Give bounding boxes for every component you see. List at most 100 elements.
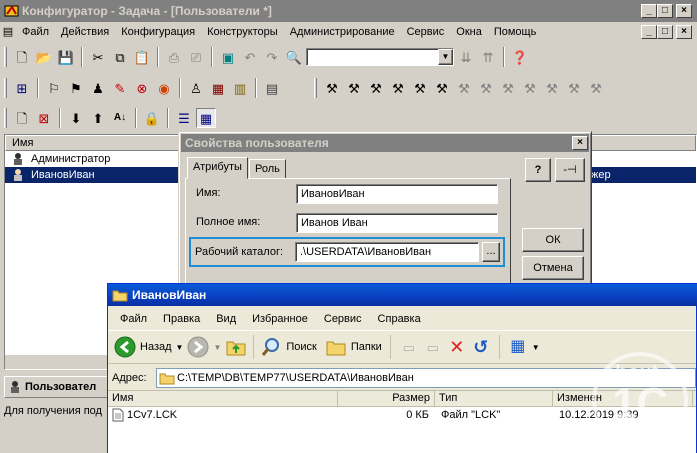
back-button[interactable]: Назад ▼: [114, 336, 183, 358]
maximize-button[interactable]: □: [657, 4, 673, 18]
print-icon[interactable]: ⎙: [164, 47, 184, 67]
form-icon[interactable]: ▤: [262, 78, 282, 98]
child-close-button[interactable]: ×: [676, 25, 692, 39]
chevron-down-icon[interactable]: ▼: [176, 343, 184, 352]
delete-user-icon[interactable]: ⊠: [34, 108, 54, 128]
browse-button[interactable]: ...: [482, 242, 500, 262]
workdir-field[interactable]: .\USERDATA\ИвановИван: [295, 242, 479, 262]
menu-configuration[interactable]: Конфигурация: [115, 26, 201, 38]
constructor-3-icon[interactable]: ⚒: [366, 78, 386, 98]
explorer-menu-edit[interactable]: Правка: [155, 313, 208, 325]
properties-icon[interactable]: ▣: [218, 47, 238, 67]
pin-button[interactable]: -⊣: [555, 158, 585, 182]
constructor-5-icon[interactable]: ⚒: [410, 78, 430, 98]
document-icon[interactable]: ▤: [0, 22, 16, 42]
list-view-icon[interactable]: ☰: [174, 108, 194, 128]
column-header-size[interactable]: Размер: [338, 391, 435, 406]
paste-icon[interactable]: 📋: [132, 47, 152, 67]
find-icon[interactable]: 🔍: [284, 47, 304, 67]
metadata-tree-icon[interactable]: ⊞: [12, 78, 32, 98]
up-folder-icon[interactable]: [225, 336, 247, 358]
lock-icon[interactable]: 🔒: [142, 108, 162, 128]
explorer-menu-favorites[interactable]: Избранное: [244, 313, 316, 325]
explorer-menu-tools[interactable]: Сервис: [316, 313, 370, 325]
menu-service[interactable]: Сервис: [401, 26, 451, 38]
table-view-icon[interactable]: ▦: [196, 108, 216, 128]
constructor-7-icon[interactable]: ⚒: [454, 78, 474, 98]
tab-role[interactable]: Роль: [249, 159, 286, 179]
chevron-down-icon[interactable]: ▼: [438, 49, 453, 65]
forward-arrow-icon[interactable]: [187, 336, 209, 358]
menu-windows[interactable]: Окна: [450, 26, 488, 38]
move-up-icon[interactable]: ⬆: [88, 108, 108, 128]
child-restore-button[interactable]: □: [657, 25, 673, 39]
menu-help[interactable]: Помощь: [488, 26, 543, 38]
open-folder-icon[interactable]: 📂: [34, 47, 54, 67]
report-icon[interactable]: ▦: [208, 78, 228, 98]
users-window-tab[interactable]: Пользовател: [4, 376, 108, 398]
interfaces-icon[interactable]: ⚐: [44, 78, 64, 98]
full-name-field[interactable]: Иванов Иван: [296, 213, 498, 233]
views-icon[interactable]: ▦: [508, 337, 528, 357]
explorer-menu-view[interactable]: Вид: [208, 313, 244, 325]
redo-icon[interactable]: ↷: [262, 47, 282, 67]
constructor-11-icon[interactable]: ⚒: [542, 78, 562, 98]
toolbar-separator: [211, 47, 213, 67]
cancel-button[interactable]: Отмена: [522, 256, 584, 280]
journal-icon[interactable]: ▥: [230, 78, 250, 98]
help-question-icon[interactable]: ❓: [510, 47, 530, 67]
delete-icon[interactable]: ✕: [447, 337, 467, 357]
constructor-10-icon[interactable]: ⚒: [520, 78, 540, 98]
constructor-9-icon[interactable]: ⚒: [498, 78, 518, 98]
new-icon[interactable]: 🗋: [12, 47, 32, 67]
print-preview-icon[interactable]: ⎚: [186, 47, 206, 67]
move-down-icon[interactable]: ⬇: [66, 108, 86, 128]
constructor-6-icon[interactable]: ⚒: [432, 78, 452, 98]
menu-file[interactable]: Файл: [16, 26, 55, 38]
child-minimize-button[interactable]: _: [641, 25, 657, 39]
explorer-menu-help[interactable]: Справка: [370, 313, 429, 325]
constructor-8-icon[interactable]: ⚒: [476, 78, 496, 98]
rights-icon[interactable]: ⚑: [66, 78, 86, 98]
shield-icon[interactable]: ⊗: [132, 78, 152, 98]
save-icon[interactable]: 💾: [56, 47, 76, 67]
column-header-type[interactable]: Тип: [435, 391, 553, 406]
chevron-down-icon[interactable]: ▼: [213, 343, 221, 352]
folders-button[interactable]: Папки: [325, 336, 382, 358]
users-window-tab-label: Пользовател: [25, 381, 97, 393]
constructor-13-icon[interactable]: ⚒: [586, 78, 606, 98]
undo-icon[interactable]: ↺: [471, 337, 491, 357]
undo-icon[interactable]: ↶: [240, 47, 260, 67]
sort-icon[interactable]: A↓: [110, 108, 130, 128]
copy-to-icon[interactable]: ▭: [423, 337, 443, 357]
tab-attributes[interactable]: Атрибуты: [187, 157, 248, 179]
copy-icon[interactable]: ⧉: [110, 47, 130, 67]
name-field[interactable]: ИвановИван: [296, 184, 498, 204]
menu-constructors[interactable]: Конструкторы: [201, 26, 284, 38]
users-icon[interactable]: ♟: [88, 78, 108, 98]
column-header-name[interactable]: Имя: [108, 391, 338, 406]
constructor-4-icon[interactable]: ⚒: [388, 78, 408, 98]
help-button[interactable]: ?: [525, 158, 551, 182]
explorer-menu-file[interactable]: Файл: [112, 313, 155, 325]
move-to-icon[interactable]: ▭: [399, 337, 419, 357]
find-next-icon[interactable]: ⇊: [456, 47, 476, 67]
search-combobox[interactable]: ▼: [306, 48, 454, 66]
menu-administration[interactable]: Администрирование: [284, 26, 401, 38]
constructor-1-icon[interactable]: ⚒: [322, 78, 342, 98]
new-user-icon[interactable]: 🗋: [12, 108, 32, 128]
ok-button[interactable]: ОК: [522, 228, 584, 252]
chevron-down-icon[interactable]: ▼: [532, 343, 540, 352]
constructor-12-icon[interactable]: ⚒: [564, 78, 584, 98]
dialog-close-button[interactable]: ×: [572, 136, 588, 150]
account-icon[interactable]: ✎: [110, 78, 130, 98]
cut-icon[interactable]: ✂: [88, 47, 108, 67]
circle-icon[interactable]: ◉: [154, 78, 174, 98]
search-button[interactable]: Поиск: [260, 336, 317, 358]
close-button[interactable]: ×: [676, 4, 692, 18]
constructor-2-icon[interactable]: ⚒: [344, 78, 364, 98]
minimize-button[interactable]: _: [641, 4, 657, 18]
menu-actions[interactable]: Действия: [55, 26, 115, 38]
find-prev-icon[interactable]: ⇈: [478, 47, 498, 67]
user-icon[interactable]: ♙: [186, 78, 206, 98]
